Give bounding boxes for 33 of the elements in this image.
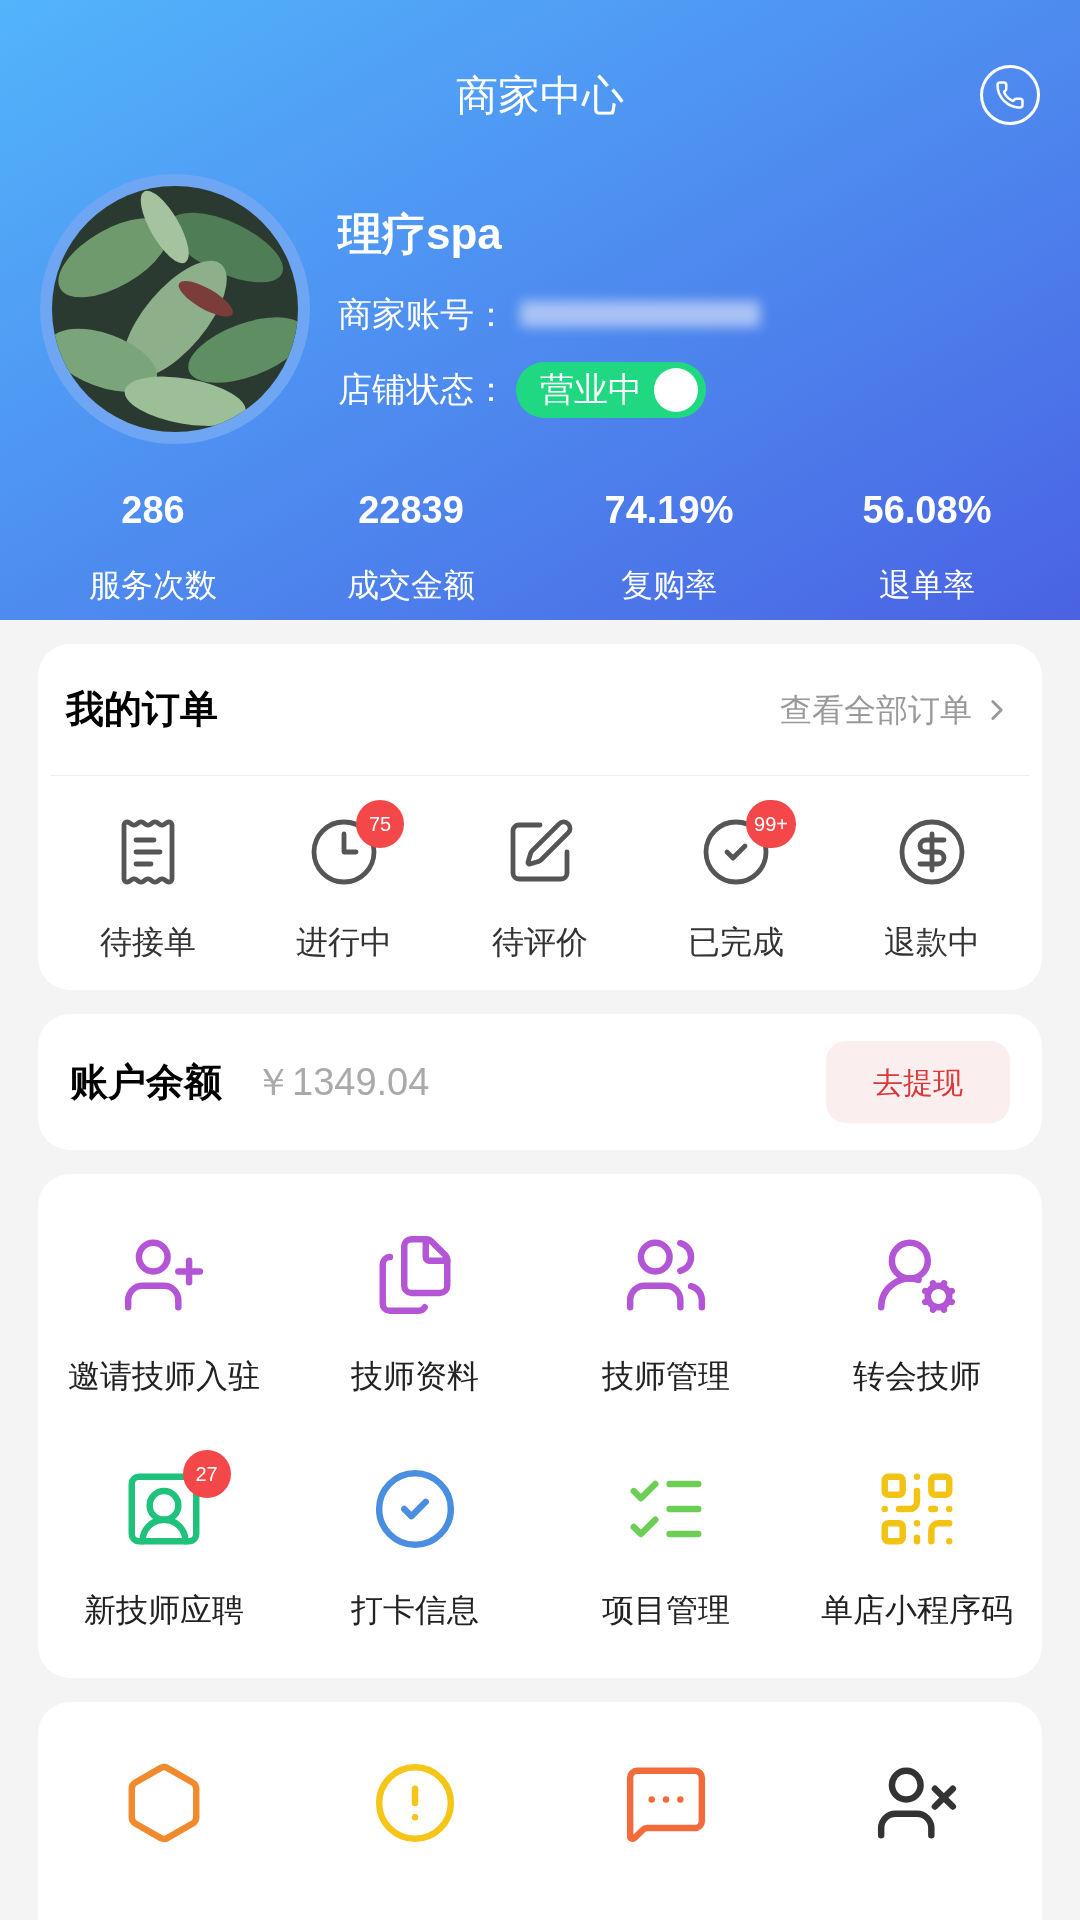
page-title: 商家中心: [456, 70, 624, 121]
stat-label: 退单率: [879, 566, 975, 605]
stat-label: 服务次数: [89, 566, 217, 605]
tool-item[interactable]: 转会技师: [791, 1212, 1042, 1400]
section-title: 账户余额: [70, 1059, 222, 1105]
tool-item[interactable]: 打卡信息: [289, 1446, 540, 1634]
section-title: 我的订单: [66, 687, 218, 732]
order-status-item[interactable]: 待接单: [50, 796, 246, 966]
order-status-item[interactable]: 退款中: [834, 796, 1030, 966]
count-badge: 99+: [746, 800, 796, 848]
stat-label: 复购率: [621, 566, 717, 605]
tool-item[interactable]: 技师管理: [540, 1212, 791, 1400]
order-status-item[interactable]: 待评价: [442, 796, 638, 966]
tool-item[interactable]: 项目管理: [540, 1446, 791, 1634]
stat-value: 286: [121, 488, 185, 533]
shop-name: 理疗spa: [338, 207, 503, 260]
withdraw-button[interactable]: 去提现: [826, 1041, 1010, 1123]
status-label: 店铺状态：: [338, 369, 508, 410]
tool-item[interactable]: 技师资料: [289, 1212, 540, 1400]
order-status-item[interactable]: 75 进行中: [246, 796, 442, 966]
tool-item[interactable]: 邀请技师入驻: [38, 1212, 289, 1400]
tool-item[interactable]: 单店小程序码: [791, 1446, 1042, 1634]
stat-value: 74.19%: [604, 488, 734, 533]
stat-value: 56.08%: [862, 488, 992, 533]
tool-item[interactable]: 27 新技师应聘: [38, 1446, 289, 1634]
count-badge: 27: [182, 1450, 231, 1498]
balance-amount: ￥1349.04: [254, 1059, 430, 1105]
phone-icon[interactable]: [980, 65, 1040, 125]
account-label: 商家账号：: [338, 293, 508, 335]
count-badge: 75: [356, 800, 404, 848]
stat-value: 22839: [358, 488, 464, 533]
order-status-item[interactable]: 99+ 已完成: [638, 796, 834, 966]
stat-label: 成交金额: [347, 566, 475, 605]
